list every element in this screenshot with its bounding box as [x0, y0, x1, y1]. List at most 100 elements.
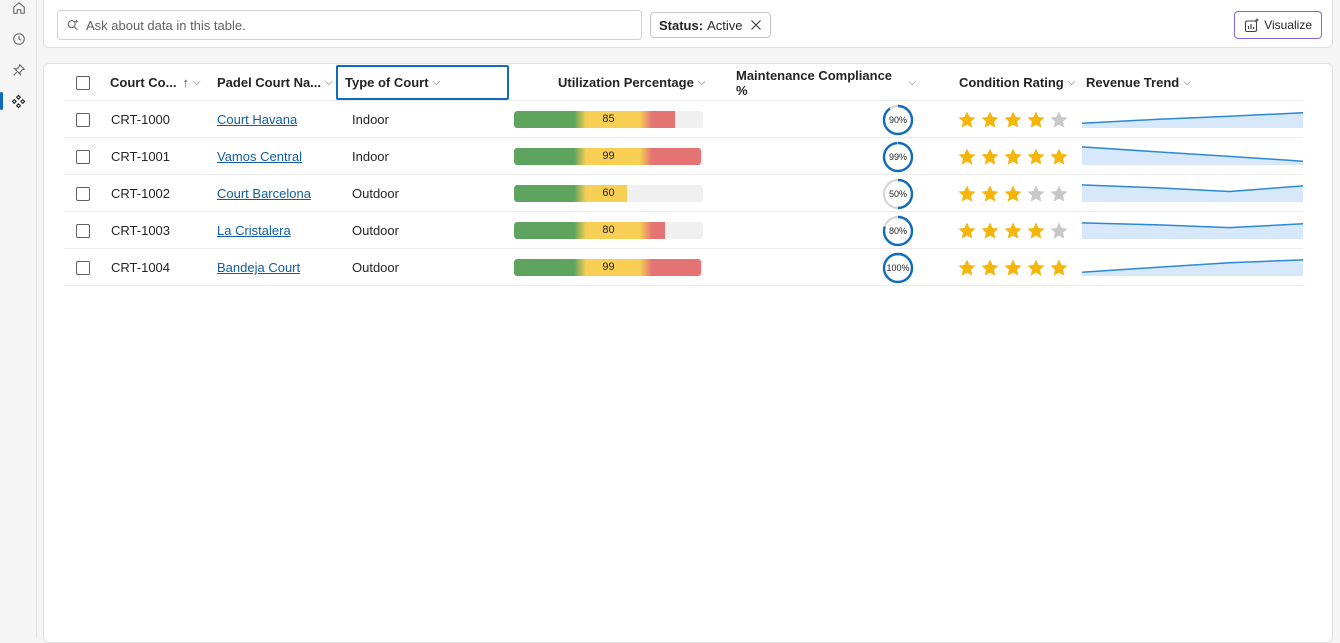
- star-filled-icon: [1027, 259, 1045, 276]
- column-label: Type of Court: [345, 75, 429, 90]
- court-name-link[interactable]: Court Barcelona: [217, 186, 311, 201]
- sparkline-area: [1082, 259, 1303, 276]
- pin-icon[interactable]: [0, 57, 37, 83]
- chevron-down-icon: ⌵: [908, 77, 916, 88]
- select-all-checkbox[interactable]: [76, 75, 90, 90]
- column-label: Revenue Trend: [1086, 75, 1180, 90]
- compliance-value: 90%: [888, 114, 907, 125]
- revenue-trend-cell: [1082, 212, 1303, 249]
- utilization-cell: 85: [514, 101, 704, 138]
- history-icon[interactable]: [0, 26, 37, 52]
- row-checkbox[interactable]: [76, 149, 90, 164]
- star-filled-icon: [1050, 148, 1068, 165]
- compliance-value: 80%: [888, 225, 907, 236]
- court-code-cell: CRT-1002: [111, 175, 211, 212]
- compliance-ring: 100%: [882, 252, 914, 284]
- remove-filter-icon[interactable]: [750, 19, 762, 31]
- compliance-ring: 50%: [882, 178, 914, 210]
- column-header-court-name[interactable]: Padel Court Na... ⌵: [217, 64, 335, 101]
- column-header-court-code[interactable]: Court Co... ↑ ⌵: [110, 64, 210, 101]
- court-type-cell: Indoor: [352, 101, 472, 138]
- court-code: CRT-1002: [111, 186, 171, 201]
- table-row[interactable]: CRT-1001 Vamos Central Indoor 99 99%: [64, 138, 1303, 175]
- row-checkbox[interactable]: [76, 260, 90, 275]
- column-header-revenue-trend[interactable]: Revenue Trend ⌵: [1086, 64, 1196, 101]
- court-code-cell: CRT-1001: [111, 138, 211, 175]
- column-header-utilization[interactable]: Utilization Percentage ⌵: [558, 64, 718, 101]
- court-code: CRT-1004: [111, 260, 171, 275]
- chevron-down-icon: ⌵: [1183, 77, 1191, 88]
- compliance-ring: 99%: [882, 141, 914, 173]
- star-empty-icon: [1050, 185, 1068, 202]
- row-checkbox-cell[interactable]: [76, 138, 92, 175]
- condition-rating-cell: [957, 175, 1082, 212]
- star-filled-icon: [981, 111, 999, 128]
- column-header-court-type[interactable]: Type of Court ⌵: [336, 65, 509, 100]
- grid-header-row: Court Co... ↑ ⌵ Padel Court Na... ⌵ Type…: [64, 64, 1303, 101]
- court-type: Outdoor: [352, 186, 399, 201]
- revenue-trend-cell: [1082, 138, 1303, 175]
- row-checkbox-cell[interactable]: [76, 212, 92, 249]
- chevron-down-icon: ⌵: [432, 77, 441, 88]
- status-filter-chip[interactable]: Status: Active: [650, 12, 772, 38]
- utilization-cell: 60: [514, 175, 704, 212]
- star-filled-icon: [958, 148, 976, 165]
- court-code: CRT-1000: [111, 112, 171, 127]
- utilization-cell: 99: [514, 249, 704, 286]
- star-filled-icon: [981, 259, 999, 276]
- chevron-down-icon: ⌵: [697, 77, 706, 88]
- home-icon[interactable]: [0, 0, 37, 21]
- column-header-condition-rating[interactable]: Condition Rating ⌵: [959, 64, 1079, 101]
- star-empty-icon: [1050, 111, 1068, 128]
- utilization-value: 80: [602, 224, 615, 236]
- utilization-value: 60: [602, 187, 615, 199]
- row-checkbox-cell[interactable]: [76, 249, 92, 286]
- revenue-trend-sparkline: [1082, 222, 1303, 239]
- star-filled-icon: [1027, 148, 1045, 165]
- compliance-ring: 90%: [882, 104, 914, 136]
- court-name-link[interactable]: Vamos Central: [217, 149, 302, 164]
- star-filled-icon: [1004, 148, 1022, 165]
- utilization-value: 99: [602, 261, 615, 273]
- court-type: Outdoor: [352, 223, 399, 238]
- row-checkbox[interactable]: [76, 223, 90, 238]
- visualize-button[interactable]: Visualize: [1234, 11, 1322, 39]
- court-name-cell: Court Barcelona: [217, 175, 335, 212]
- table-row[interactable]: CRT-1003 La Cristalera Outdoor 80 80%: [64, 212, 1303, 249]
- column-header-maintenance-compliance[interactable]: Maintenance Compliance % ⌵: [736, 64, 916, 101]
- compliance-cell: 50%: [882, 175, 916, 212]
- court-type-cell: Outdoor: [352, 249, 472, 286]
- row-checkbox-cell[interactable]: [76, 101, 92, 138]
- ask-data-input[interactable]: Ask about data in this table.: [57, 10, 642, 40]
- court-name-cell: Bandeja Court: [217, 249, 335, 286]
- column-label: Utilization Percentage: [558, 75, 694, 90]
- compliance-cell: 90%: [882, 101, 916, 138]
- row-checkbox-cell[interactable]: [76, 175, 92, 212]
- table-row[interactable]: CRT-1000 Court Havana Indoor 85 90%: [64, 101, 1303, 138]
- revenue-trend-sparkline: [1082, 112, 1303, 128]
- utilization-cell: 99: [514, 138, 704, 175]
- court-code-cell: CRT-1000: [111, 101, 211, 138]
- sort-ascending-icon: ↑: [182, 75, 189, 90]
- column-label: Condition Rating: [959, 75, 1064, 90]
- utilization-bar: 99: [514, 259, 703, 276]
- apps-icon[interactable]: [0, 88, 37, 114]
- court-name-cell: Court Havana: [217, 101, 335, 138]
- court-name-link[interactable]: La Cristalera: [217, 223, 291, 238]
- court-name-link[interactable]: Bandeja Court: [217, 260, 300, 275]
- select-all-checkbox-cell[interactable]: [76, 64, 92, 101]
- row-checkbox[interactable]: [76, 186, 90, 201]
- table-row[interactable]: CRT-1004 Bandeja Court Outdoor 99 100%: [64, 249, 1303, 286]
- row-checkbox[interactable]: [76, 112, 90, 127]
- chevron-down-icon: ⌵: [1067, 77, 1076, 88]
- table-row[interactable]: CRT-1002 Court Barcelona Outdoor 60 50%: [64, 175, 1303, 212]
- star-filled-icon: [1004, 259, 1022, 276]
- chevron-down-icon: ⌵: [325, 77, 333, 88]
- court-name-link[interactable]: Court Havana: [217, 112, 297, 127]
- revenue-trend-sparkline: [1082, 146, 1303, 165]
- star-rating: [957, 147, 1069, 167]
- court-type: Indoor: [352, 149, 389, 164]
- star-filled-icon: [981, 222, 999, 239]
- court-name-cell: Vamos Central: [217, 138, 335, 175]
- utilization-value: 85: [602, 113, 615, 125]
